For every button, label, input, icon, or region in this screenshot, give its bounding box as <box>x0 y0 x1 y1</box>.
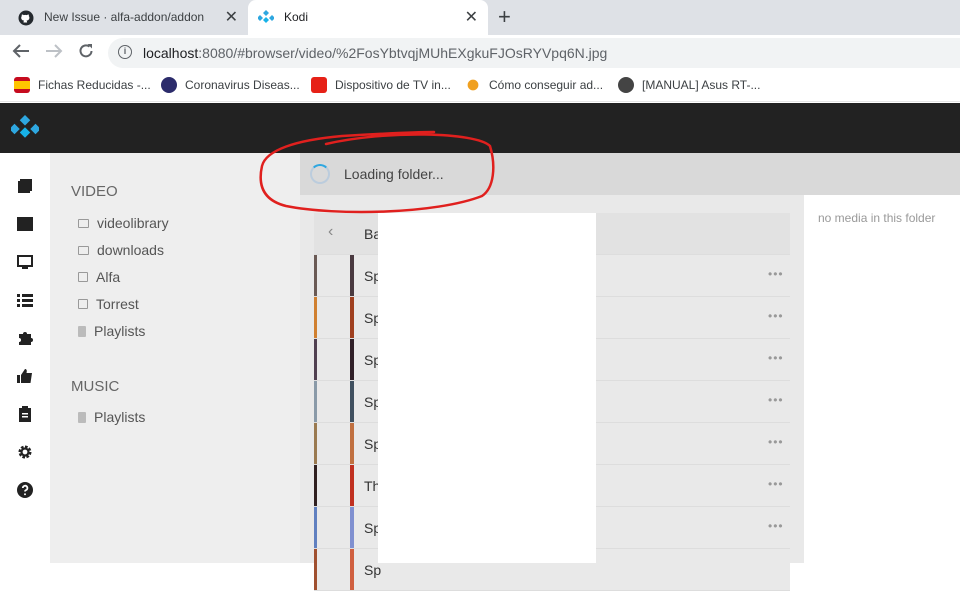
thumbnail <box>314 507 354 548</box>
source-torrest[interactable]: Torrest <box>78 296 139 312</box>
tab-kodi[interactable]: Kodi ✕ <box>248 0 488 35</box>
loading-text: Loading folder... <box>344 166 444 182</box>
github-icon <box>18 10 34 26</box>
folder-icon <box>78 245 89 255</box>
movie-icon[interactable] <box>17 216 33 232</box>
section-title-music: MUSIC <box>71 378 120 395</box>
source-alfa[interactable]: Alfa <box>78 269 120 285</box>
bookmarks-bar: Fichas Reducidas -... Coronavirus Diseas… <box>0 68 960 102</box>
loading-banner: Loading folder... <box>300 153 804 195</box>
library-icon[interactable] <box>17 178 33 194</box>
thumbnail <box>314 255 354 296</box>
bookmark-item[interactable]: Fichas Reducidas -... <box>14 77 151 93</box>
folder-icon <box>78 218 89 228</box>
kodi-logo-icon[interactable] <box>11 115 39 143</box>
back-chevron-icon: ‹ <box>328 223 334 240</box>
section-title-video: VIDEO <box>71 183 118 200</box>
clipboard-icon[interactable] <box>17 406 33 422</box>
more-options-icon[interactable]: ••• <box>768 519 784 533</box>
addon-icon <box>78 272 88 282</box>
more-options-icon[interactable]: ••• <box>768 393 784 407</box>
thumbs-up-icon[interactable] <box>17 368 33 384</box>
close-tab-icon[interactable]: ✕ <box>225 7 238 27</box>
back-arrow-icon[interactable] <box>12 43 30 59</box>
tab-github-issue[interactable]: New Issue · alfa-addon/addon ✕ <box>0 0 248 35</box>
tv-icon[interactable] <box>17 254 33 270</box>
thumbnail <box>314 465 354 506</box>
info-icon[interactable]: i <box>118 45 132 59</box>
browser-tab-bar: New Issue · alfa-addon/addon ✕ Kodi ✕ + <box>0 0 960 35</box>
tab-title: Kodi <box>284 10 309 24</box>
source-videolibrary[interactable]: videolibrary <box>78 215 169 231</box>
data-logo-icon <box>161 77 177 93</box>
no-media-text: no media in this folder <box>818 211 936 225</box>
close-tab-icon[interactable]: ✕ <box>465 7 478 27</box>
source-playlists-music[interactable]: Playlists <box>78 409 145 425</box>
kodi-icon <box>258 10 274 23</box>
media-info-panel: no media in this folder <box>804 195 960 563</box>
sun-icon <box>465 77 481 93</box>
thumbnail <box>314 339 354 380</box>
more-options-icon[interactable]: ••• <box>768 309 784 323</box>
kodi-icon-rail <box>0 153 50 563</box>
gear-icon[interactable] <box>17 444 33 460</box>
row-label: Sp <box>364 562 382 578</box>
thumbnail <box>314 549 354 590</box>
info-panel-header <box>804 153 960 195</box>
url-field[interactable]: i localhost:8080/#browser/video/%2FosYbt… <box>108 38 960 68</box>
shop-bag-icon <box>311 77 327 93</box>
reload-icon[interactable] <box>78 43 94 59</box>
bookmark-item[interactable]: Cómo conseguir ad... <box>465 77 603 93</box>
playlist-icon <box>78 411 86 423</box>
globe-icon <box>618 77 634 93</box>
thumbnail <box>314 381 354 422</box>
tab-title: New Issue · alfa-addon/addon <box>44 10 205 24</box>
bookmark-item[interactable]: Dispositivo de TV in... <box>311 77 451 93</box>
help-icon[interactable] <box>17 482 33 498</box>
more-options-icon[interactable]: ••• <box>768 435 784 449</box>
spinner-icon <box>310 164 330 184</box>
thumbnail <box>314 297 354 338</box>
blank-overlay <box>378 213 596 563</box>
new-tab-button[interactable]: + <box>498 4 511 30</box>
source-downloads[interactable]: downloads <box>78 242 164 258</box>
bookmark-item[interactable]: Coronavirus Diseas... <box>161 77 300 93</box>
browser-source-panel: VIDEO videolibrary downloads Alfa Torres… <box>50 153 300 563</box>
more-options-icon[interactable]: ••• <box>768 477 784 491</box>
kodi-header <box>0 103 960 153</box>
more-options-icon[interactable]: ••• <box>768 267 784 281</box>
more-options-icon[interactable]: ••• <box>768 351 784 365</box>
list-icon[interactable] <box>17 292 33 308</box>
url-text: localhost:8080/#browser/video/%2FosYbtvq… <box>143 45 608 61</box>
forward-arrow-icon[interactable] <box>45 43 63 59</box>
thumbnail <box>314 423 354 464</box>
address-bar: i localhost:8080/#browser/video/%2FosYbt… <box>0 35 960 68</box>
addon-icon <box>78 299 88 309</box>
bookmark-item[interactable]: [MANUAL] Asus RT-... <box>618 77 760 93</box>
addons-puzzle-icon[interactable] <box>17 330 33 346</box>
spain-flag-icon <box>14 77 30 93</box>
source-playlists-video[interactable]: Playlists <box>78 323 145 339</box>
playlist-icon <box>78 325 86 337</box>
